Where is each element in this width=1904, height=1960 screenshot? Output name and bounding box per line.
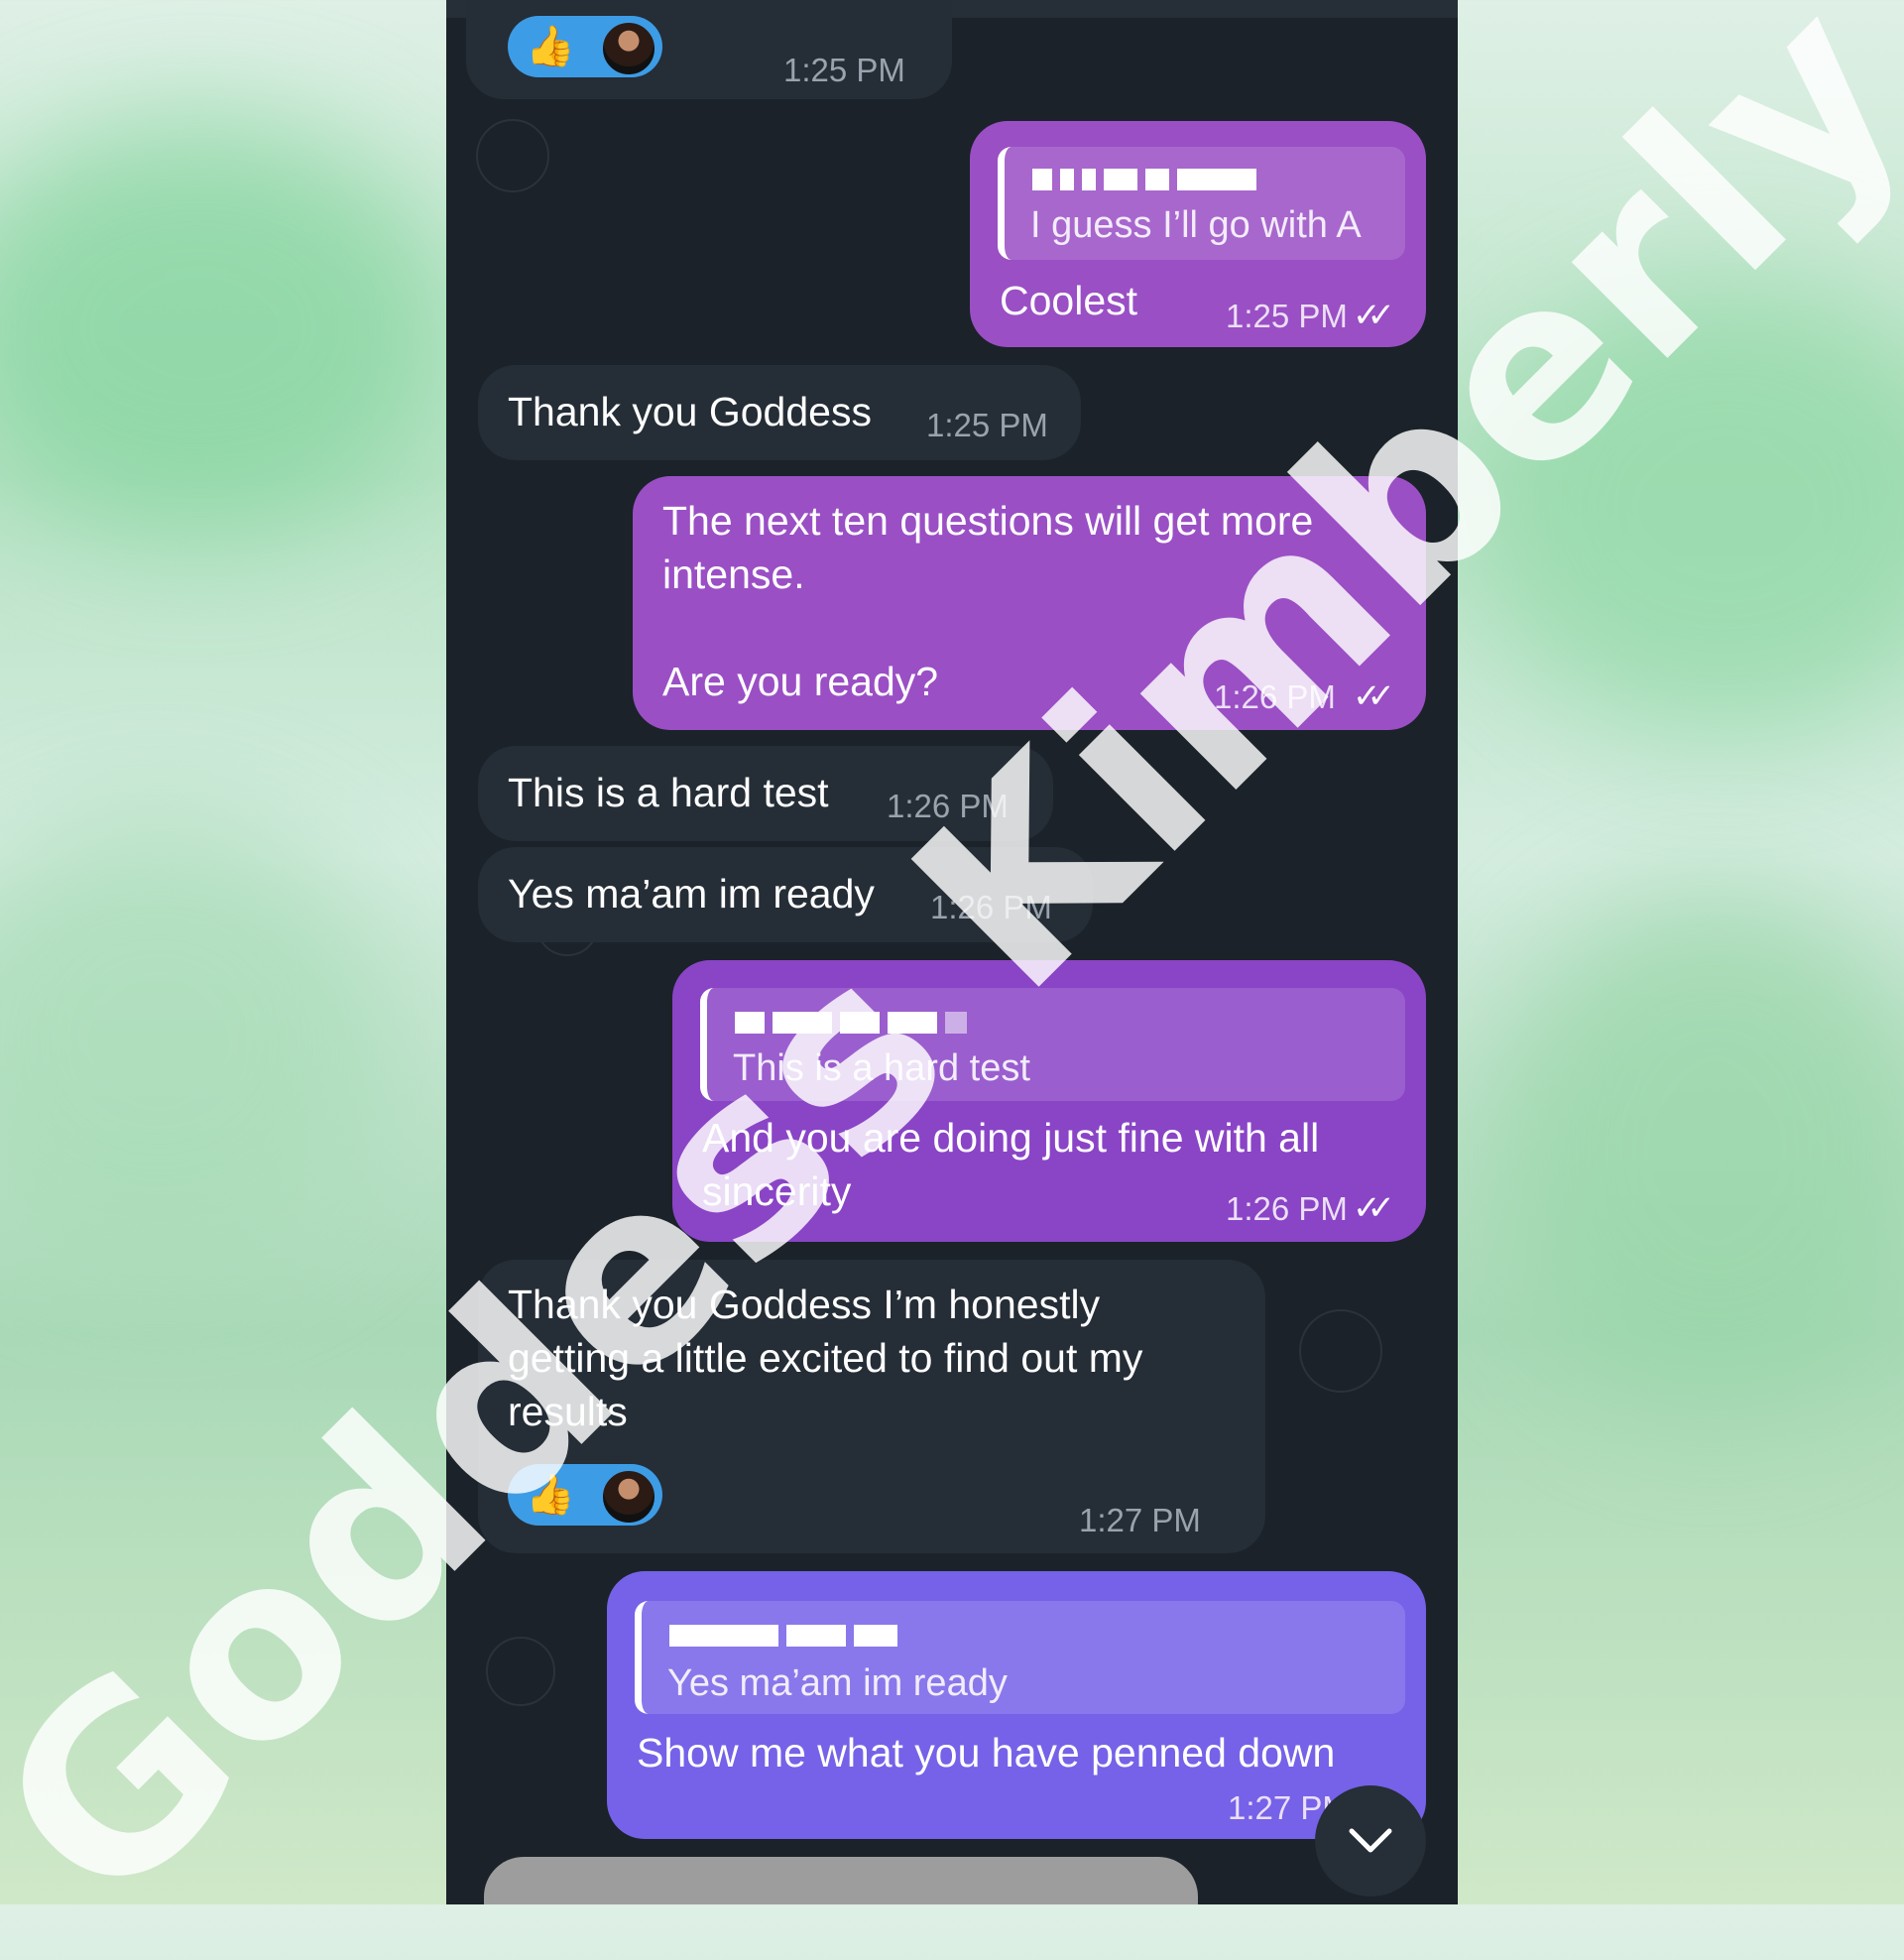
message-time: 1:25 PM	[783, 52, 905, 88]
chevron-down-icon	[1349, 1828, 1392, 1853]
reply-quote[interactable]: Yes ma’am im ready	[635, 1601, 1405, 1714]
quote-text: I guess I’ll go with A	[1030, 204, 1362, 246]
thumbs-up-icon: 👍	[526, 25, 575, 68]
message-text: Coolest	[1000, 278, 1138, 323]
background-blur	[1488, 893, 1904, 1409]
background-blur	[0, 813, 397, 1270]
reaction-chip[interactable]: 👍	[508, 16, 662, 77]
message-bubble-outgoing[interactable]: Yes ma’am im ready Show me what you have…	[607, 1571, 1426, 1839]
message-bubble-partial	[484, 1857, 1198, 1904]
wallpaper-doodle	[486, 1637, 555, 1706]
reply-quote[interactable]: I guess I’ll go with A	[998, 147, 1405, 260]
message-text: Thank you Goddess	[508, 389, 872, 434]
quote-text: Yes ma’am im ready	[667, 1662, 1008, 1704]
background-blur	[0, 119, 456, 536]
message-bubble-incoming[interactable]: 👍 1:25 PM	[466, 0, 952, 99]
quote-author-redacted	[1032, 169, 1256, 190]
message-time: 1:27 PM	[1079, 1502, 1201, 1538]
message-time: 1:25 PM	[1226, 298, 1348, 334]
wallpaper-doodle	[1299, 1309, 1382, 1393]
message-bubble-incoming[interactable]: Thank you Goddess 1:25 PM	[478, 365, 1081, 460]
message-time: 1:26 PM	[1226, 1190, 1348, 1227]
read-checks-icon: ✓✓	[1353, 1189, 1395, 1227]
message-text: This is a hard test	[508, 770, 829, 815]
message-text: Show me what you have penned down	[637, 1730, 1336, 1776]
wallpaper-doodle	[476, 119, 549, 192]
scroll-down-button[interactable]	[1315, 1785, 1426, 1897]
quote-author-redacted	[669, 1625, 897, 1647]
avatar	[601, 21, 656, 76]
message-time: 1:25 PM	[926, 407, 1048, 443]
message-bubble-outgoing[interactable]: I guess I’ll go with A Coolest 1:25 PM ✓…	[970, 121, 1426, 347]
